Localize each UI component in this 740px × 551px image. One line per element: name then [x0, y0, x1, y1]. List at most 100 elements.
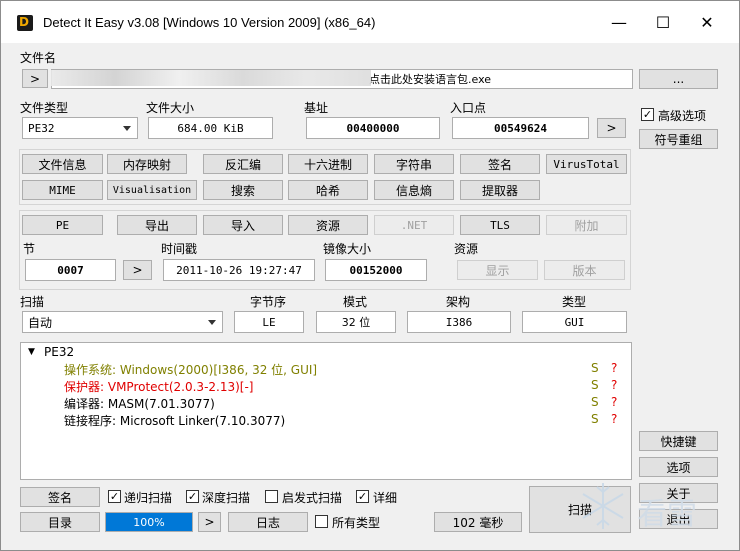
resources-label: 资源 — [454, 242, 479, 256]
import-button[interactable]: 导入 — [203, 215, 283, 235]
file-info-button[interactable]: 文件信息 — [22, 154, 103, 174]
type-value: GUI — [522, 311, 627, 333]
verbose-label: 详细 — [373, 491, 398, 505]
verbose-checkbox[interactable]: ✓ — [356, 490, 369, 503]
mode-label: 模式 — [343, 295, 368, 309]
file-size-value: 684.00 KiB — [148, 117, 273, 139]
title-bar: D Detect It Easy v3.08 [Windows 10 Versi… — [1, 1, 739, 43]
entry-point-button[interactable]: > — [597, 118, 626, 138]
image-size-label: 镜像大小 — [323, 242, 372, 256]
info-question-link[interactable]: ? — [611, 378, 617, 392]
file-history-button[interactable]: > — [22, 69, 48, 88]
tls-button[interactable]: TLS — [460, 215, 540, 235]
strings-button[interactable]: 字符串 — [374, 154, 454, 174]
signature-s-link[interactable]: S — [591, 378, 599, 392]
file-name-label: 文件名 — [20, 51, 57, 65]
version-button[interactable]: 版本 — [544, 260, 625, 280]
shortcuts-button[interactable]: 快捷键 — [639, 431, 718, 451]
minimize-button[interactable]: — — [603, 11, 635, 35]
scan-mode-label: 扫描 — [20, 295, 45, 309]
advanced-checkbox[interactable]: ✓ — [641, 108, 654, 121]
endian-label: 字节序 — [250, 295, 287, 309]
options-button[interactable]: 选项 — [639, 457, 718, 477]
directory-button[interactable]: 目录 — [20, 512, 100, 532]
sections-button[interactable]: > — [123, 260, 152, 280]
file-type-select[interactable]: PE32 — [22, 117, 138, 139]
about-button[interactable]: 关于 — [639, 483, 718, 503]
deep-label: 深度扫描 — [202, 491, 251, 505]
scan-button[interactable]: 扫描 — [529, 486, 631, 533]
detection-row[interactable]: 操作系统: Windows(2000)[I386, 32 位, GUI] — [64, 361, 317, 378]
detection-row[interactable]: 链接程序: Microsoft Linker(7.10.3077) — [64, 412, 285, 429]
file-type-label: 文件类型 — [20, 101, 69, 115]
pe-button[interactable]: PE — [22, 215, 103, 235]
symbol-demangle-button[interactable]: 符号重组 — [639, 129, 718, 149]
entropy-button[interactable]: 信息熵 — [374, 180, 454, 200]
endian-value: LE — [234, 311, 304, 333]
visualisation-button[interactable]: Visualisation — [107, 180, 197, 200]
mode-value: 32 位 — [316, 311, 396, 333]
all-types-checkbox[interactable] — [315, 515, 328, 528]
timestamp-value: 2011-10-26 19:27:47 — [163, 259, 315, 281]
signatures-button[interactable]: 签名 — [460, 154, 540, 174]
close-button[interactable]: ✕ — [691, 11, 723, 35]
progress-bar: 100% — [105, 512, 193, 532]
timestamp-label: 时间戳 — [161, 242, 198, 256]
signature-button[interactable]: 签名 — [20, 487, 100, 507]
base-address-value: 00400000 — [306, 117, 440, 139]
entry-point-value: 00549624 — [452, 117, 589, 139]
all-types-label: 所有类型 — [332, 516, 381, 530]
chevron-down-icon — [123, 126, 131, 131]
redacted-path — [51, 70, 371, 86]
window-title: Detect It Easy v3.08 [Windows 10 Version… — [43, 15, 376, 30]
hash-button[interactable]: 哈希 — [288, 180, 368, 200]
memory-map-button[interactable]: 内存映射 — [107, 154, 187, 174]
advanced-label: 高级选项 — [658, 109, 707, 123]
recursive-checkbox[interactable]: ✓ — [108, 490, 121, 503]
main-window: D Detect It Easy v3.08 [Windows 10 Versi… — [0, 0, 740, 551]
virustotal-button[interactable]: VirusTotal — [546, 154, 627, 174]
extractor-button[interactable]: 提取器 — [460, 180, 540, 200]
results-tree[interactable]: ▼ PE32 操作系统: Windows(2000)[I386, 32 位, G… — [20, 342, 632, 480]
info-question-link[interactable]: ? — [611, 395, 617, 409]
elapsed-time: 102 毫秒 — [434, 512, 522, 532]
detection-row[interactable]: 保护器: VMProtect(2.0.3-2.13)[-] — [64, 378, 254, 395]
arch-label: 架构 — [446, 295, 471, 309]
recursive-label: 递归扫描 — [124, 491, 173, 505]
resources-button[interactable]: 资源 — [288, 215, 368, 235]
entry-point-label: 入口点 — [450, 101, 487, 115]
tree-root-pe32[interactable]: PE32 — [44, 345, 74, 359]
log-button[interactable]: 日志 — [228, 512, 308, 532]
deep-checkbox[interactable]: ✓ — [186, 490, 199, 503]
heuristic-checkbox[interactable] — [265, 490, 278, 503]
disasm-button[interactable]: 反汇编 — [203, 154, 283, 174]
file-size-label: 文件大小 — [146, 101, 195, 115]
file-path-text: 点击此处安装语言包.exe — [369, 73, 492, 86]
sections-value: 0007 — [25, 259, 116, 281]
next-button[interactable]: > — [198, 512, 221, 532]
export-button[interactable]: 导出 — [117, 215, 197, 235]
mime-button[interactable]: MIME — [22, 180, 103, 200]
signature-s-link[interactable]: S — [591, 412, 599, 426]
heuristic-label: 启发式扫描 — [282, 491, 343, 505]
app-icon: D — [17, 15, 33, 31]
info-question-link[interactable]: ? — [611, 361, 617, 375]
hex-button[interactable]: 十六进制 — [288, 154, 368, 174]
scan-mode-select[interactable]: 自动 — [22, 311, 223, 333]
browse-button[interactable]: ... — [639, 69, 718, 89]
signature-s-link[interactable]: S — [591, 361, 599, 375]
dotnet-button[interactable]: .NET — [374, 215, 454, 235]
collapse-arrow-icon[interactable]: ▼ — [28, 347, 35, 357]
exit-button[interactable]: 退出 — [639, 509, 718, 529]
show-resources-button[interactable]: 显示 — [457, 260, 538, 280]
type-label: 类型 — [562, 295, 587, 309]
image-size-value: 00152000 — [325, 259, 427, 281]
signature-s-link[interactable]: S — [591, 395, 599, 409]
info-question-link[interactable]: ? — [611, 412, 617, 426]
overlay-button[interactable]: 附加 — [546, 215, 627, 235]
arch-value: I386 — [407, 311, 511, 333]
search-button[interactable]: 搜索 — [203, 180, 283, 200]
maximize-button[interactable]: ☐ — [647, 11, 679, 35]
detection-row[interactable]: 编译器: MASM(7.01.3077) — [64, 395, 215, 412]
chevron-down-icon — [208, 320, 216, 325]
